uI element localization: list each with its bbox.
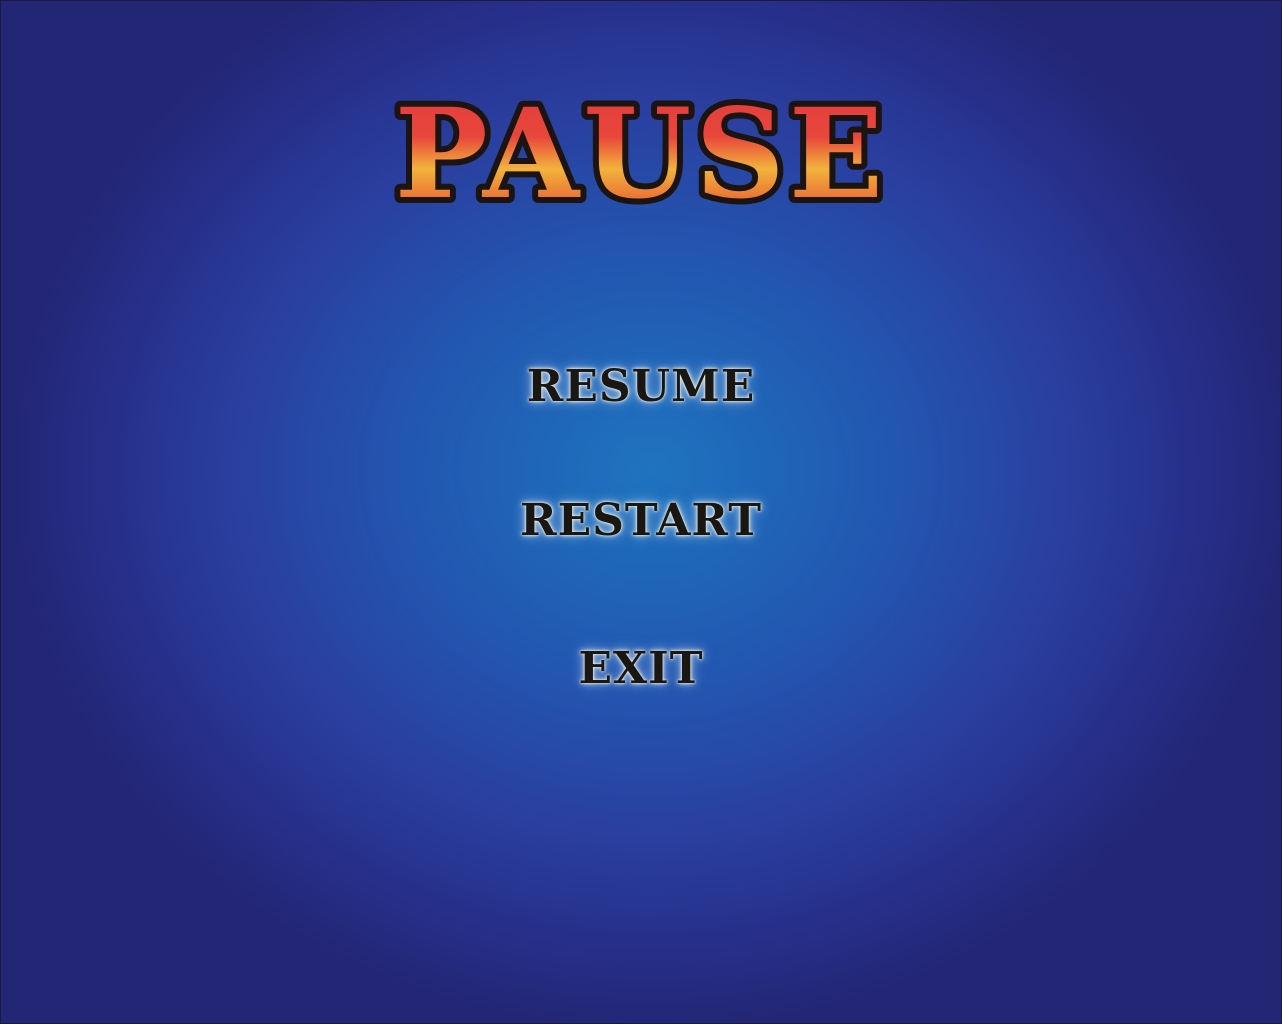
pause-title-text: PAUSE: [395, 82, 888, 219]
pause-title-graphic: PAUSE PAUSE: [389, 79, 890, 219]
restart-label: RESTART: [520, 495, 762, 546]
resume-label: RESUME: [526, 361, 756, 412]
pause-title: PAUSE PAUSE: [1, 79, 1281, 219]
restart-button[interactable]: RESTART: [1, 495, 1281, 546]
resume-button[interactable]: RESUME: [1, 361, 1281, 412]
exit-button[interactable]: EXIT: [1, 643, 1281, 694]
pause-screen: PAUSE PAUSE RESUME RESTART EXIT: [0, 0, 1282, 1024]
exit-label: EXIT: [578, 643, 704, 694]
